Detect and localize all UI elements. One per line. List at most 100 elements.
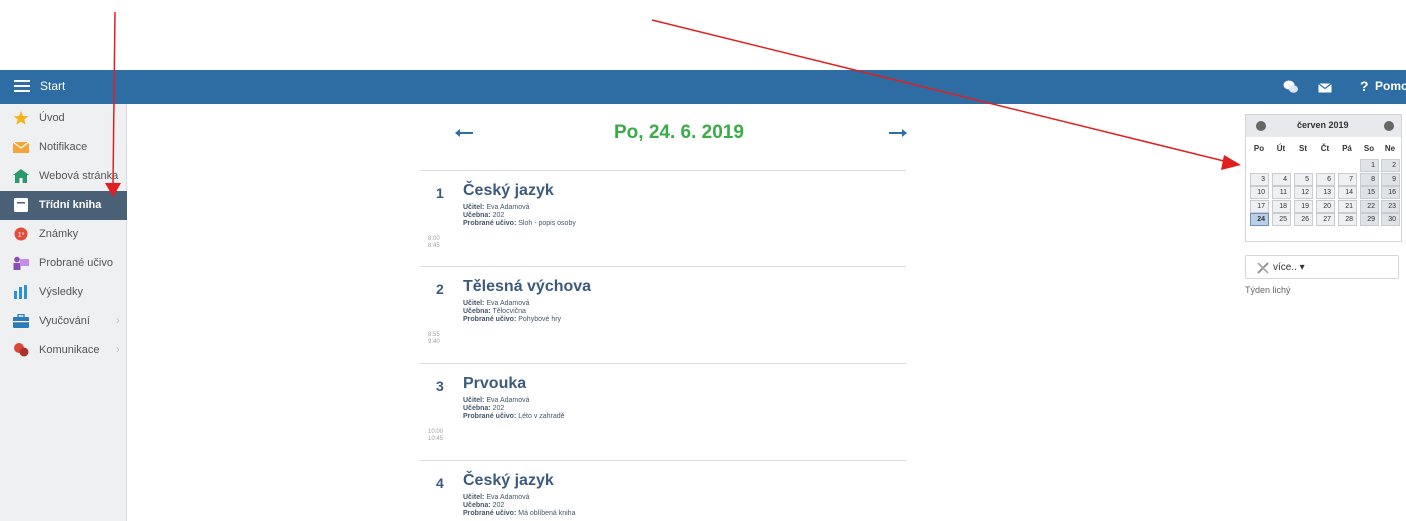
- lesson-room: Učebna: Tělocvična: [463, 308, 526, 315]
- previous-month-icon[interactable]: [1256, 121, 1266, 131]
- calendar-day[interactable]: 30: [1381, 213, 1400, 226]
- day-title: Po, 24. 6. 2019: [614, 122, 744, 143]
- start-link[interactable]: Start: [40, 79, 65, 93]
- calendar-weekday: St: [1299, 144, 1307, 153]
- lesson-row[interactable]: 3 Prvouka Učitel: Eva Adamová Učebna: 20…: [420, 363, 906, 458]
- sidebar-item-label: Úvod: [39, 112, 65, 124]
- calendar-day[interactable]: 17: [1250, 199, 1269, 213]
- lesson-teacher: Učitel: Eva Adamová: [463, 300, 530, 307]
- lesson-number: 4: [436, 475, 444, 491]
- bar-chart-icon: [14, 285, 27, 299]
- calendar-day[interactable]: 29: [1360, 213, 1379, 226]
- lesson-teacher: Učitel: Eva Adamová: [463, 494, 530, 501]
- calendar-day[interactable]: 1: [1360, 159, 1379, 172]
- sidebar-item-uvod[interactable]: Úvod: [0, 104, 127, 133]
- more-button[interactable]: více.. ▾: [1245, 255, 1399, 279]
- sidebar-item-webova-stranka[interactable]: Webová stránka: [0, 162, 127, 191]
- calendar-day[interactable]: 24: [1250, 213, 1269, 226]
- lesson-time-start: 10:00: [428, 429, 444, 435]
- lesson-time-end: 9:40: [428, 339, 440, 345]
- calendar-day[interactable]: 4: [1272, 172, 1291, 186]
- calendar-day[interactable]: 19: [1294, 199, 1313, 213]
- calendar-day[interactable]: 28: [1338, 213, 1357, 226]
- calendar-day[interactable]: 3: [1250, 172, 1269, 186]
- lesson-time-start: 8:55: [428, 332, 440, 338]
- calendar-weekday: So: [1363, 144, 1375, 153]
- calendar-day[interactable]: 20: [1316, 199, 1335, 213]
- lesson-time-start: 8:00: [428, 236, 440, 242]
- lesson-row[interactable]: 4 Český jazyk Učitel: Eva Adamová Učebna…: [420, 460, 906, 521]
- lesson-number: 2: [436, 281, 444, 297]
- calendar-day[interactable]: 7: [1338, 172, 1357, 186]
- mail-icon[interactable]: [1318, 80, 1332, 96]
- calendar-day[interactable]: 14: [1338, 186, 1357, 199]
- calendar-day[interactable]: 27: [1316, 213, 1335, 226]
- calendar-day[interactable]: 8: [1360, 172, 1379, 186]
- calendar-weekday: Po: [1253, 144, 1265, 153]
- chevron-right-icon: ›: [116, 315, 120, 327]
- calendar-day[interactable]: 16: [1381, 186, 1400, 199]
- chat-bubbles-icon[interactable]: [1283, 79, 1299, 95]
- lesson-teacher: Učitel: Eva Adamová: [463, 397, 530, 404]
- sidebar-item-label: Notifikace: [39, 141, 88, 153]
- sidebar-item-label: Známky: [39, 228, 79, 240]
- sidebar-item-label: Výsledky: [39, 286, 84, 298]
- calendar-day[interactable]: 21: [1338, 199, 1357, 213]
- lesson-topic: Probrané učivo: Pohybové hry: [463, 316, 562, 323]
- calendar-day[interactable]: 13: [1316, 186, 1335, 199]
- envelope-icon: [13, 141, 29, 153]
- sidebar-item-tridni-kniha[interactable]: Třídní kniha: [0, 191, 127, 220]
- star-icon: [13, 111, 29, 125]
- sidebar-item-znamky[interactable]: 1* Známky: [0, 220, 127, 249]
- sidebar-item-probrane-ucivo[interactable]: Probrané učivo: [0, 249, 127, 278]
- lesson-number: 3: [436, 378, 444, 394]
- calendar-weekday: Čt: [1320, 144, 1330, 153]
- previous-day-arrow-icon[interactable]: [455, 129, 473, 137]
- sidebar-item-label: Vyučování: [39, 315, 90, 327]
- calendar-day[interactable]: 9: [1381, 172, 1400, 186]
- sidebar-item-vyucovani[interactable]: Vyučování ›: [0, 307, 127, 336]
- next-month-icon[interactable]: [1384, 121, 1394, 131]
- calendar-day[interactable]: 11: [1272, 186, 1291, 199]
- lesson-topic: Probrané učivo: Má oblíbená kniha: [463, 510, 576, 517]
- sidebar-item-notifikace[interactable]: Notifikace: [0, 133, 127, 162]
- month-calendar: červen 2019 Po Út St Čt Pá So Ne 1 2 3 4 5 6 7 8 9 10 11 1…: [1245, 114, 1402, 242]
- calendar-day[interactable]: 2: [1381, 159, 1400, 172]
- calendar-weekday: Út: [1276, 144, 1286, 153]
- sidebar-item-vysledky[interactable]: Výsledky: [0, 278, 127, 307]
- calendar-day[interactable]: 23: [1381, 199, 1400, 213]
- lesson-room: Učebna: 202: [463, 502, 505, 509]
- next-day-arrow-icon[interactable]: [889, 129, 907, 137]
- calendar-day[interactable]: 18: [1272, 199, 1291, 213]
- sidebar-item-komunikace[interactable]: Komunikace ›: [0, 336, 127, 365]
- calendar-day[interactable]: 12: [1294, 186, 1313, 199]
- calendar-day[interactable]: 6: [1316, 172, 1335, 186]
- calendar-weekday: Pá: [1342, 144, 1352, 153]
- house-icon: [13, 169, 29, 183]
- briefcase-icon: [13, 314, 29, 328]
- sidebar: Úvod Notifikace Webová stránka Třídní kn…: [0, 104, 127, 521]
- help-link[interactable]: Pomoc: [1375, 79, 1406, 93]
- lesson-time-end: 10:45: [428, 436, 444, 442]
- calendar-day[interactable]: 5: [1294, 172, 1313, 186]
- top-bar: Start ? Pomoc: [0, 70, 1406, 104]
- sidebar-item-label: Třídní kniha: [39, 199, 102, 211]
- lesson-subject: Český jazyk: [463, 182, 554, 199]
- grade-icon: 1*: [14, 227, 28, 241]
- lesson-subject: Prvouka: [463, 375, 527, 392]
- calendar-day[interactable]: 26: [1294, 213, 1313, 226]
- calendar-month-title: červen 2019: [1297, 120, 1349, 130]
- help-icon[interactable]: ?: [1360, 78, 1369, 94]
- hamburger-menu-icon[interactable]: [14, 80, 30, 93]
- lesson-row[interactable]: 2 Tělesná výchova Učitel: Eva Adamová Uč…: [420, 266, 906, 361]
- calendar-day[interactable]: 22: [1360, 199, 1379, 213]
- calendar-day[interactable]: 15: [1360, 186, 1379, 199]
- chat-icon: [14, 343, 29, 357]
- calendar-weekday: Ne: [1384, 144, 1396, 153]
- calendar-day[interactable]: 25: [1272, 213, 1291, 226]
- lesson-row[interactable]: 1 Český jazyk Učitel: Eva Adamová Učebna…: [420, 170, 906, 265]
- calendar-day[interactable]: 10: [1250, 186, 1269, 199]
- lesson-room: Učebna: 202: [463, 212, 505, 219]
- lesson-subject: Tělesná výchova: [463, 278, 592, 295]
- lesson-topic: Probrané učivo: Léto v zahradě: [463, 413, 565, 420]
